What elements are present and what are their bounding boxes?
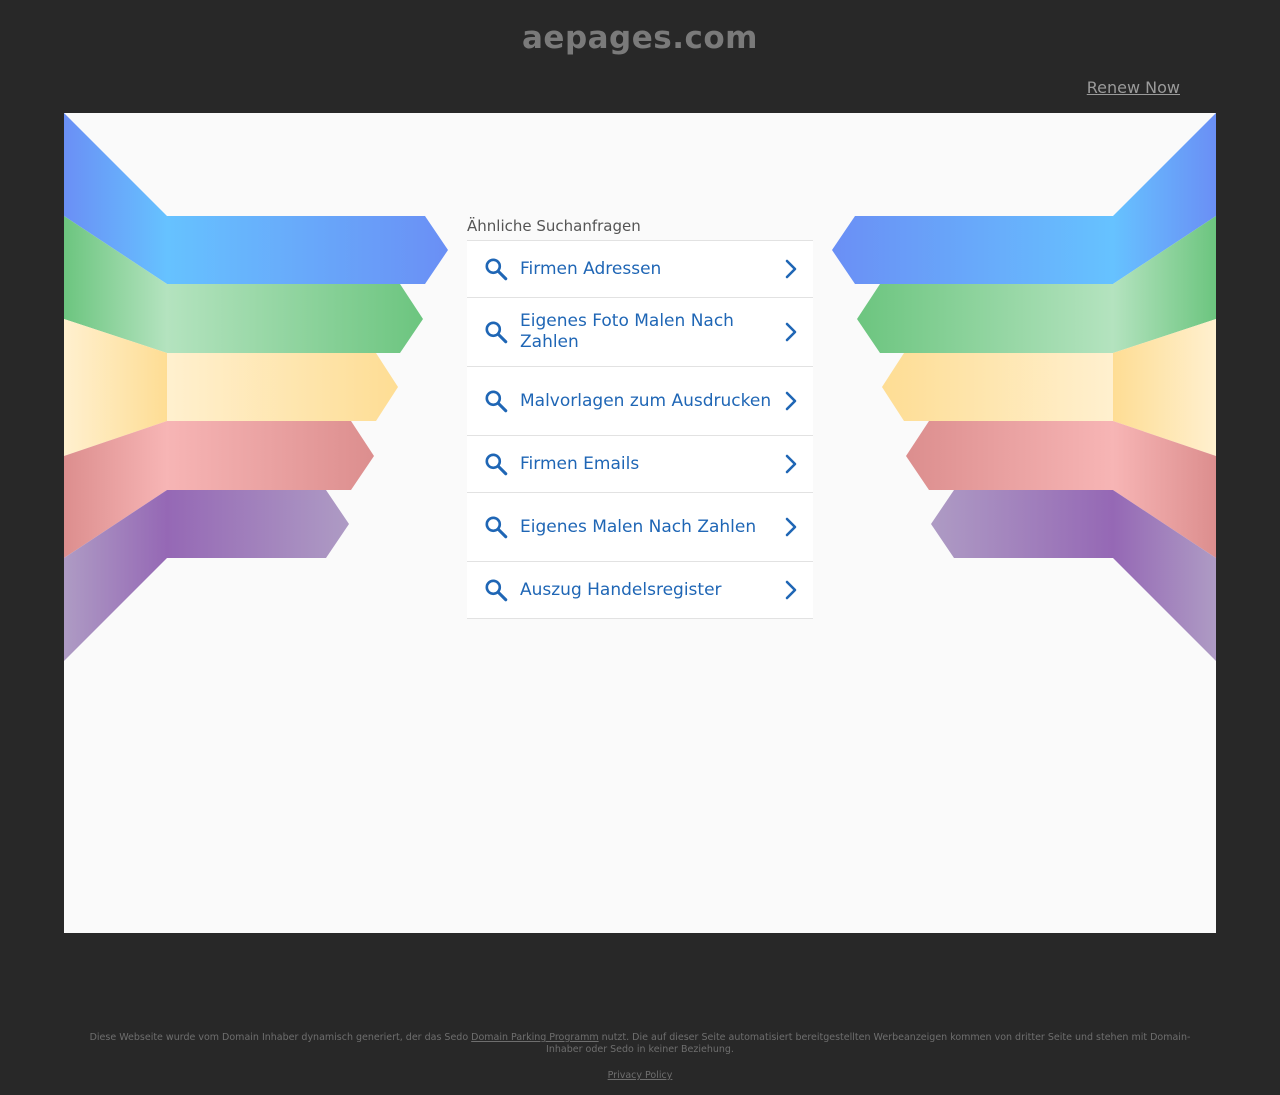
chevron-right-icon bbox=[785, 259, 797, 279]
search-link-firmen-adressen[interactable]: Firmen Adressen bbox=[467, 241, 813, 298]
search-link-firmen-emails[interactable]: Firmen Emails bbox=[467, 436, 813, 493]
domain-title: aepages.com bbox=[522, 20, 758, 56]
parking-page: aepages.com Renew Now Ähnliche Suchanfra… bbox=[0, 0, 1280, 1095]
chevron-right-icon bbox=[785, 580, 797, 600]
related-searches-heading: Ähnliche Suchanfragen bbox=[467, 216, 813, 241]
search-icon bbox=[485, 390, 508, 413]
disclaimer-text-before: Diese Webseite wurde vom Domain Inhaber … bbox=[89, 1032, 472, 1043]
search-link-label: Auszug Handelsregister bbox=[520, 579, 722, 600]
search-link-auszug-handelsregister[interactable]: Auszug Handelsregister bbox=[467, 562, 813, 619]
disclaimer-text: Diese Webseite wurde vom Domain Inhaber … bbox=[80, 1032, 1200, 1056]
chevron-right-icon bbox=[785, 517, 797, 537]
search-icon bbox=[485, 579, 508, 602]
domain-parking-link[interactable]: Domain Parking Programm bbox=[471, 1032, 598, 1043]
disclaimer-text-after: nutzt. Die auf dieser Seite automatisier… bbox=[546, 1032, 1191, 1055]
search-link-label: Eigenes Foto Malen Nach Zahlen bbox=[520, 311, 734, 352]
search-icon bbox=[485, 453, 508, 476]
search-link-label: Firmen Emails bbox=[520, 453, 640, 474]
chevron-right-icon bbox=[785, 322, 797, 342]
search-link-label: Malvorlagen zum Ausdrucken bbox=[520, 390, 772, 411]
search-link-label: Eigenes Malen Nach Zahlen bbox=[520, 516, 757, 537]
search-icon bbox=[485, 258, 508, 281]
search-link-malvorlagen-zum-ausdrucken[interactable]: Malvorlagen zum Ausdrucken bbox=[467, 367, 813, 436]
chevron-right-icon bbox=[785, 391, 797, 411]
chevron-right-icon bbox=[785, 454, 797, 474]
search-link-eigenes-malen-nach-zahlen[interactable]: Eigenes Malen Nach Zahlen bbox=[467, 493, 813, 562]
search-link-eigenes-foto-malen-nach-zahlen[interactable]: Eigenes Foto Malen Nach Zahlen bbox=[467, 298, 813, 367]
related-searches: Ähnliche Suchanfragen Firmen Adressen Ei… bbox=[467, 216, 813, 619]
search-link-label: Firmen Adressen bbox=[520, 258, 662, 279]
privacy-policy-link[interactable]: Privacy Policy bbox=[608, 1070, 673, 1081]
privacy-section: Privacy Policy bbox=[0, 1070, 1280, 1081]
related-searches-list: Firmen Adressen Eigenes Foto Malen Nach … bbox=[467, 241, 813, 619]
search-icon bbox=[485, 321, 508, 344]
renew-now-link[interactable]: Renew Now bbox=[1087, 78, 1180, 97]
content-panel: Ähnliche Suchanfragen Firmen Adressen Ei… bbox=[64, 113, 1216, 933]
search-icon bbox=[485, 516, 508, 539]
